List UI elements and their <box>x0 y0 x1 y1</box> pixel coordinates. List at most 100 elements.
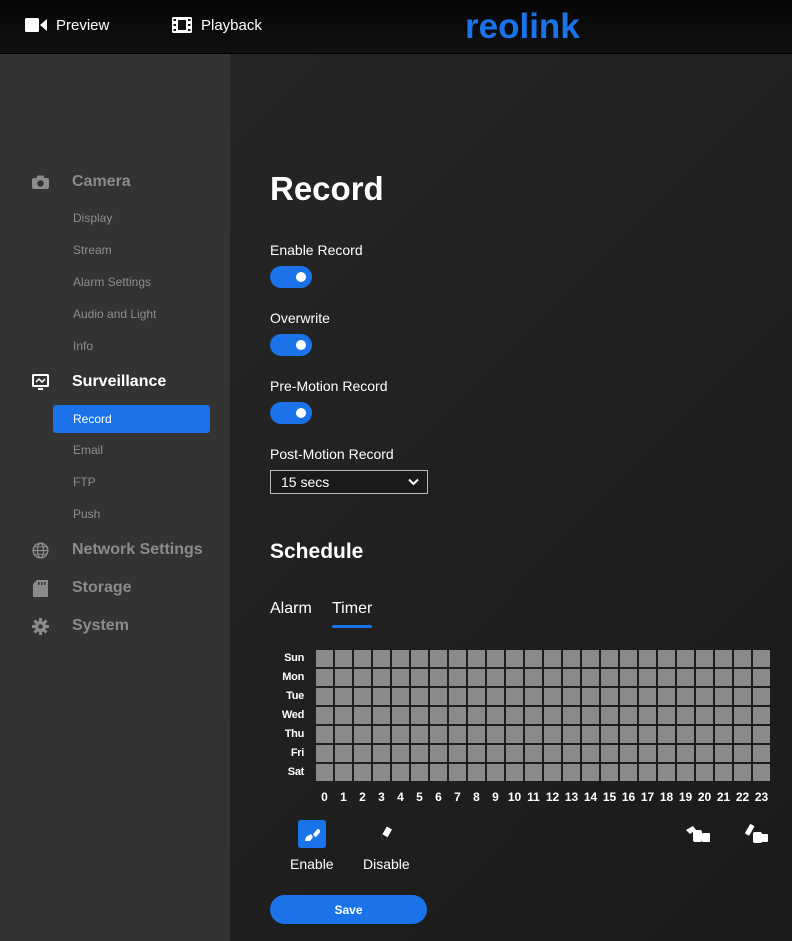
schedule-cell[interactable] <box>449 650 466 667</box>
schedule-cell[interactable] <box>715 726 732 743</box>
schedule-cell[interactable] <box>563 669 580 686</box>
sidebar-section-camera[interactable]: Camera <box>0 167 230 197</box>
schedule-cell[interactable] <box>753 707 770 724</box>
schedule-cell[interactable] <box>563 688 580 705</box>
playback-button[interactable]: Playback <box>172 0 262 50</box>
schedule-cell[interactable] <box>734 669 751 686</box>
schedule-cell[interactable] <box>449 745 466 762</box>
schedule-cell[interactable] <box>430 764 447 781</box>
overwrite-toggle[interactable] <box>270 334 312 356</box>
tab-alarm[interactable]: Alarm <box>270 600 312 618</box>
schedule-cell[interactable] <box>506 650 523 667</box>
preview-button[interactable]: Preview <box>25 0 109 50</box>
enable-record-toggle[interactable] <box>270 266 312 288</box>
schedule-cell[interactable] <box>449 669 466 686</box>
schedule-cell[interactable] <box>449 764 466 781</box>
sidebar-item-stream[interactable]: Stream <box>53 236 210 264</box>
schedule-cell[interactable] <box>373 726 390 743</box>
schedule-cell[interactable] <box>392 707 409 724</box>
schedule-cell[interactable] <box>487 764 504 781</box>
schedule-cell[interactable] <box>487 650 504 667</box>
schedule-cell[interactable] <box>563 650 580 667</box>
schedule-cell[interactable] <box>335 688 352 705</box>
schedule-cell[interactable] <box>563 745 580 762</box>
schedule-cell[interactable] <box>715 764 732 781</box>
schedule-cell[interactable] <box>639 650 656 667</box>
schedule-cell[interactable] <box>753 726 770 743</box>
save-button[interactable]: Save <box>270 895 427 924</box>
schedule-cell[interactable] <box>639 707 656 724</box>
schedule-cell[interactable] <box>734 726 751 743</box>
schedule-cell[interactable] <box>677 707 694 724</box>
schedule-cell[interactable] <box>658 764 675 781</box>
sidebar-section-network-settings[interactable]: Network Settings <box>0 535 230 565</box>
schedule-cell[interactable] <box>354 745 371 762</box>
schedule-cell[interactable] <box>658 650 675 667</box>
schedule-cell[interactable] <box>335 745 352 762</box>
schedule-cell[interactable] <box>639 688 656 705</box>
schedule-cell[interactable] <box>430 707 447 724</box>
schedule-cell[interactable] <box>392 764 409 781</box>
schedule-cell[interactable] <box>620 688 637 705</box>
schedule-cell[interactable] <box>411 688 428 705</box>
schedule-cell[interactable] <box>316 688 333 705</box>
schedule-cell[interactable] <box>525 650 542 667</box>
schedule-cell[interactable] <box>411 745 428 762</box>
schedule-cell[interactable] <box>392 745 409 762</box>
schedule-cell[interactable] <box>620 745 637 762</box>
schedule-cell[interactable] <box>734 688 751 705</box>
schedule-cell[interactable] <box>658 745 675 762</box>
schedule-cell[interactable] <box>468 726 485 743</box>
schedule-cell[interactable] <box>639 764 656 781</box>
schedule-cell[interactable] <box>468 764 485 781</box>
schedule-cell[interactable] <box>487 726 504 743</box>
schedule-cell[interactable] <box>734 745 751 762</box>
enable-brush-button[interactable] <box>298 820 326 848</box>
schedule-cell[interactable] <box>715 669 732 686</box>
schedule-cell[interactable] <box>677 764 694 781</box>
schedule-cell[interactable] <box>753 688 770 705</box>
schedule-cell[interactable] <box>601 764 618 781</box>
schedule-cell[interactable] <box>715 707 732 724</box>
schedule-cell[interactable] <box>316 669 333 686</box>
schedule-cell[interactable] <box>468 745 485 762</box>
schedule-cell[interactable] <box>335 726 352 743</box>
schedule-cell[interactable] <box>411 669 428 686</box>
schedule-cell[interactable] <box>411 764 428 781</box>
schedule-cell[interactable] <box>335 707 352 724</box>
sidebar-item-record[interactable]: Record <box>53 405 210 433</box>
schedule-cell[interactable] <box>449 707 466 724</box>
schedule-cell[interactable] <box>373 650 390 667</box>
schedule-cell[interactable] <box>544 650 561 667</box>
schedule-cell[interactable] <box>734 650 751 667</box>
schedule-cell[interactable] <box>506 707 523 724</box>
schedule-cell[interactable] <box>658 669 675 686</box>
schedule-cell[interactable] <box>677 726 694 743</box>
schedule-cell[interactable] <box>601 650 618 667</box>
schedule-cell[interactable] <box>734 707 751 724</box>
schedule-cell[interactable] <box>658 726 675 743</box>
schedule-cell[interactable] <box>620 650 637 667</box>
schedule-cell[interactable] <box>677 688 694 705</box>
schedule-cell[interactable] <box>525 669 542 686</box>
post-motion-record-select[interactable]: 15 secs <box>270 470 428 494</box>
schedule-cell[interactable] <box>373 669 390 686</box>
schedule-cell[interactable] <box>316 726 333 743</box>
schedule-cell[interactable] <box>506 669 523 686</box>
schedule-cell[interactable] <box>525 764 542 781</box>
schedule-cell[interactable] <box>449 726 466 743</box>
sidebar-section-system[interactable]: System <box>0 611 230 641</box>
schedule-cell[interactable] <box>582 669 599 686</box>
schedule-cell[interactable] <box>335 764 352 781</box>
schedule-cell[interactable] <box>544 726 561 743</box>
schedule-cell[interactable] <box>582 745 599 762</box>
schedule-cell[interactable] <box>373 764 390 781</box>
schedule-cell[interactable] <box>696 688 713 705</box>
schedule-cell[interactable] <box>563 726 580 743</box>
schedule-cell[interactable] <box>354 650 371 667</box>
sidebar-item-alarm-settings[interactable]: Alarm Settings <box>53 268 210 296</box>
schedule-cell[interactable] <box>639 726 656 743</box>
schedule-cell[interactable] <box>639 669 656 686</box>
schedule-cell[interactable] <box>487 688 504 705</box>
schedule-cell[interactable] <box>392 688 409 705</box>
